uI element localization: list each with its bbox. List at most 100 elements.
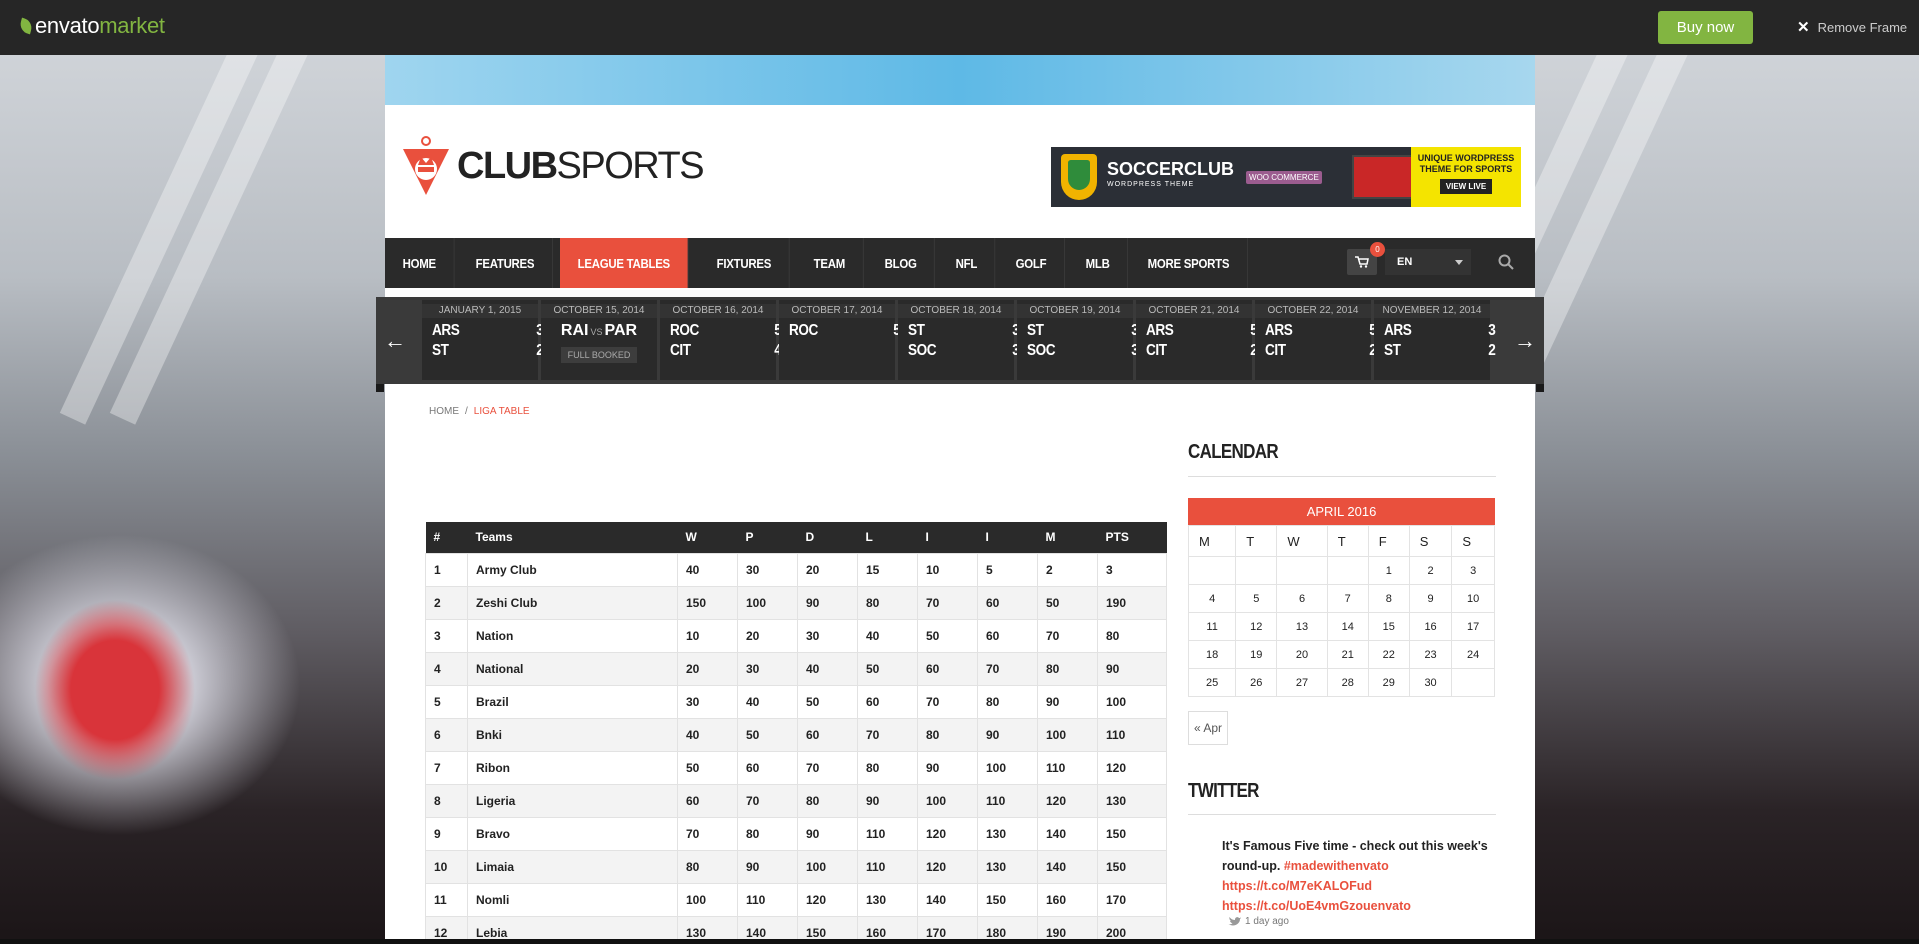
envato-market-logo[interactable]: envato market — [18, 13, 165, 39]
table-cell: 110 — [857, 816, 918, 851]
search-icon[interactable] — [1497, 253, 1515, 271]
ticker-match[interactable]: OCTOBER 18, 2014 ST 3 SOC 3 — [898, 300, 1020, 380]
team-name-cell[interactable]: National — [467, 651, 678, 686]
col-teams: Teams — [467, 522, 678, 553]
ticker-match[interactable]: OCTOBER 16, 2014 ROC 5 CIT 4 — [660, 300, 782, 380]
team-name-cell[interactable]: Brazil — [467, 684, 678, 719]
team-name-cell[interactable]: Limaia — [467, 849, 678, 884]
calendar-day[interactable]: 11 — [1187, 612, 1237, 641]
calendar-day[interactable]: 27 — [1276, 668, 1328, 697]
calendar-day[interactable]: 14 — [1326, 612, 1369, 641]
nav-item-blog[interactable]: BLOG — [867, 238, 936, 288]
calendar-day[interactable]: 16 — [1408, 612, 1453, 641]
calendar-prev-link[interactable]: « Apr — [1188, 711, 1228, 745]
table-cell: 70 — [677, 816, 738, 851]
calendar-day[interactable]: 19 — [1235, 640, 1278, 669]
calendar-day[interactable]: 8 — [1367, 584, 1410, 613]
tweet-hashtag[interactable]: #madewithenvato — [1284, 859, 1389, 873]
match-date: OCTOBER 22, 2014 — [1255, 304, 1371, 318]
breadcrumb-home[interactable]: HOME — [429, 406, 459, 417]
arrow-right-icon[interactable]: → — [1506, 297, 1544, 384]
envato-brand: envato — [35, 13, 100, 38]
nav-item-fixtures[interactable]: FIXTURES — [699, 238, 790, 288]
calendar-day[interactable]: 20 — [1276, 640, 1328, 669]
nav-item-features[interactable]: FEATURES — [458, 238, 553, 288]
calendar-day[interactable]: 4 — [1187, 584, 1237, 613]
calendar-day[interactable]: 25 — [1187, 668, 1237, 697]
table-row: 1 Army Club 40 30 20 15 10 5 2 3 — [425, 552, 1167, 587]
ticker-match[interactable]: OCTOBER 19, 2014 ST 3 SOC 3 — [1017, 300, 1139, 380]
ticker-match[interactable]: OCTOBER 15, 2014 RAI VS PAR FULL BOOKED — [541, 300, 657, 380]
table-cell: 90 — [1037, 684, 1098, 719]
calendar-day[interactable]: 23 — [1408, 640, 1453, 669]
nav-item-team[interactable]: TEAM — [796, 238, 864, 288]
match-away-team: CIT — [1265, 342, 1286, 359]
calendar-day[interactable]: 28 — [1326, 668, 1369, 697]
clubsports-logo[interactable]: CLUBSPORTS — [401, 135, 705, 197]
calendar-day[interactable]: 18 — [1187, 640, 1237, 669]
breadcrumb-separator: / — [465, 406, 468, 417]
calendar-day[interactable]: 2 — [1408, 556, 1453, 585]
nav-item-league-tables[interactable]: LEAGUE TABLES — [559, 238, 688, 288]
ticker-match[interactable]: NOVEMBER 12, 2014 ARS 3 ST 2 — [1374, 300, 1496, 380]
calendar-day[interactable]: 30 — [1408, 668, 1453, 697]
col-pts: PTS — [1097, 522, 1167, 553]
calendar-day[interactable]: 3 — [1451, 556, 1495, 585]
ticker-match[interactable]: OCTOBER 21, 2014 ARS 5 CIT 2 — [1136, 300, 1258, 380]
tweet-link[interactable]: https://t.co/M7eKALOFud — [1222, 879, 1372, 893]
nav-item-more-sports[interactable]: MORE SPORTS — [1130, 238, 1248, 288]
ticker-fold — [376, 384, 384, 392]
calendar-weekday: S — [1451, 525, 1495, 557]
calendar-day — [1326, 556, 1369, 585]
table-cell: 10 — [677, 618, 738, 653]
table-cell: 80 — [1037, 651, 1098, 686]
soccerclub-ad-banner[interactable]: SOCCERCLUB WORDPRESS THEME WOO COMMERCE U… — [1051, 147, 1521, 207]
calendar-day[interactable]: 29 — [1367, 668, 1410, 697]
remove-frame-link[interactable]: ✕ Remove Frame — [1797, 18, 1907, 36]
team-name-cell[interactable]: Army Club — [467, 552, 678, 587]
calendar-day[interactable]: 10 — [1451, 584, 1495, 613]
calendar-day[interactable]: 12 — [1235, 612, 1278, 641]
calendar-day[interactable]: 13 — [1276, 612, 1328, 641]
team-name-cell[interactable]: Bnki — [467, 717, 678, 752]
table-cell: 20 — [797, 552, 858, 587]
team-name-cell[interactable]: Zeshi Club — [467, 585, 678, 620]
nav-item-golf[interactable]: GOLF — [998, 238, 1065, 288]
table-cell: 120 — [917, 816, 978, 851]
team-name-cell[interactable]: Nation — [467, 618, 678, 653]
tweet-link[interactable]: https://t.co/UoE4vmGzouenvato — [1222, 899, 1411, 913]
nav-item-mlb[interactable]: MLB — [1068, 238, 1128, 288]
team-name-cell[interactable]: Bravo — [467, 816, 678, 851]
nav-item-nfl[interactable]: NFL — [938, 238, 996, 288]
table-cell: 100 — [1097, 684, 1167, 719]
calendar-day[interactable]: 26 — [1235, 668, 1278, 697]
team-name-cell[interactable]: Ribon — [467, 750, 678, 785]
table-cell: 80 — [977, 684, 1038, 719]
ticker-match[interactable]: JANUARY 1, 2015 ARS 3 ST 2 — [422, 300, 544, 380]
calendar-weekday: T — [1235, 525, 1278, 557]
calendar-day[interactable]: 17 — [1451, 612, 1495, 641]
calendar-day[interactable]: 6 — [1276, 584, 1328, 613]
calendar-day[interactable]: 5 — [1235, 584, 1278, 613]
buy-now-button[interactable]: Buy now — [1658, 11, 1753, 44]
arrow-left-icon[interactable]: ← — [376, 297, 414, 384]
language-select[interactable]: EN — [1385, 249, 1471, 275]
ticker-match[interactable]: OCTOBER 17, 2014 ROC 5 — [779, 300, 901, 380]
calendar-day[interactable]: 1 — [1367, 556, 1410, 585]
table-cell: 80 — [857, 585, 918, 620]
match-away-team: CIT — [670, 342, 691, 359]
ad-promo: UNIQUE WORDPRESS THEME FOR SPORTS VIEW LI… — [1411, 147, 1521, 207]
ticker-match[interactable]: OCTOBER 22, 2014 ARS 5 CIT 2 — [1255, 300, 1377, 380]
team-name-cell[interactable]: Nomli — [467, 882, 678, 917]
nav-item-home[interactable]: HOME — [385, 238, 455, 288]
calendar-day[interactable]: 9 — [1408, 584, 1453, 613]
team-name-cell[interactable]: Ligeria — [467, 783, 678, 818]
calendar-day[interactable]: 15 — [1367, 612, 1410, 641]
calendar-day[interactable]: 24 — [1451, 640, 1495, 669]
calendar-weekday: T — [1326, 525, 1369, 557]
calendar-day[interactable]: 22 — [1367, 640, 1410, 669]
logo-word-bold: CLUB — [457, 144, 558, 187]
calendar-day[interactable]: 21 — [1326, 640, 1369, 669]
calendar-day[interactable]: 7 — [1326, 584, 1369, 613]
match-date: JANUARY 1, 2015 — [422, 304, 538, 318]
